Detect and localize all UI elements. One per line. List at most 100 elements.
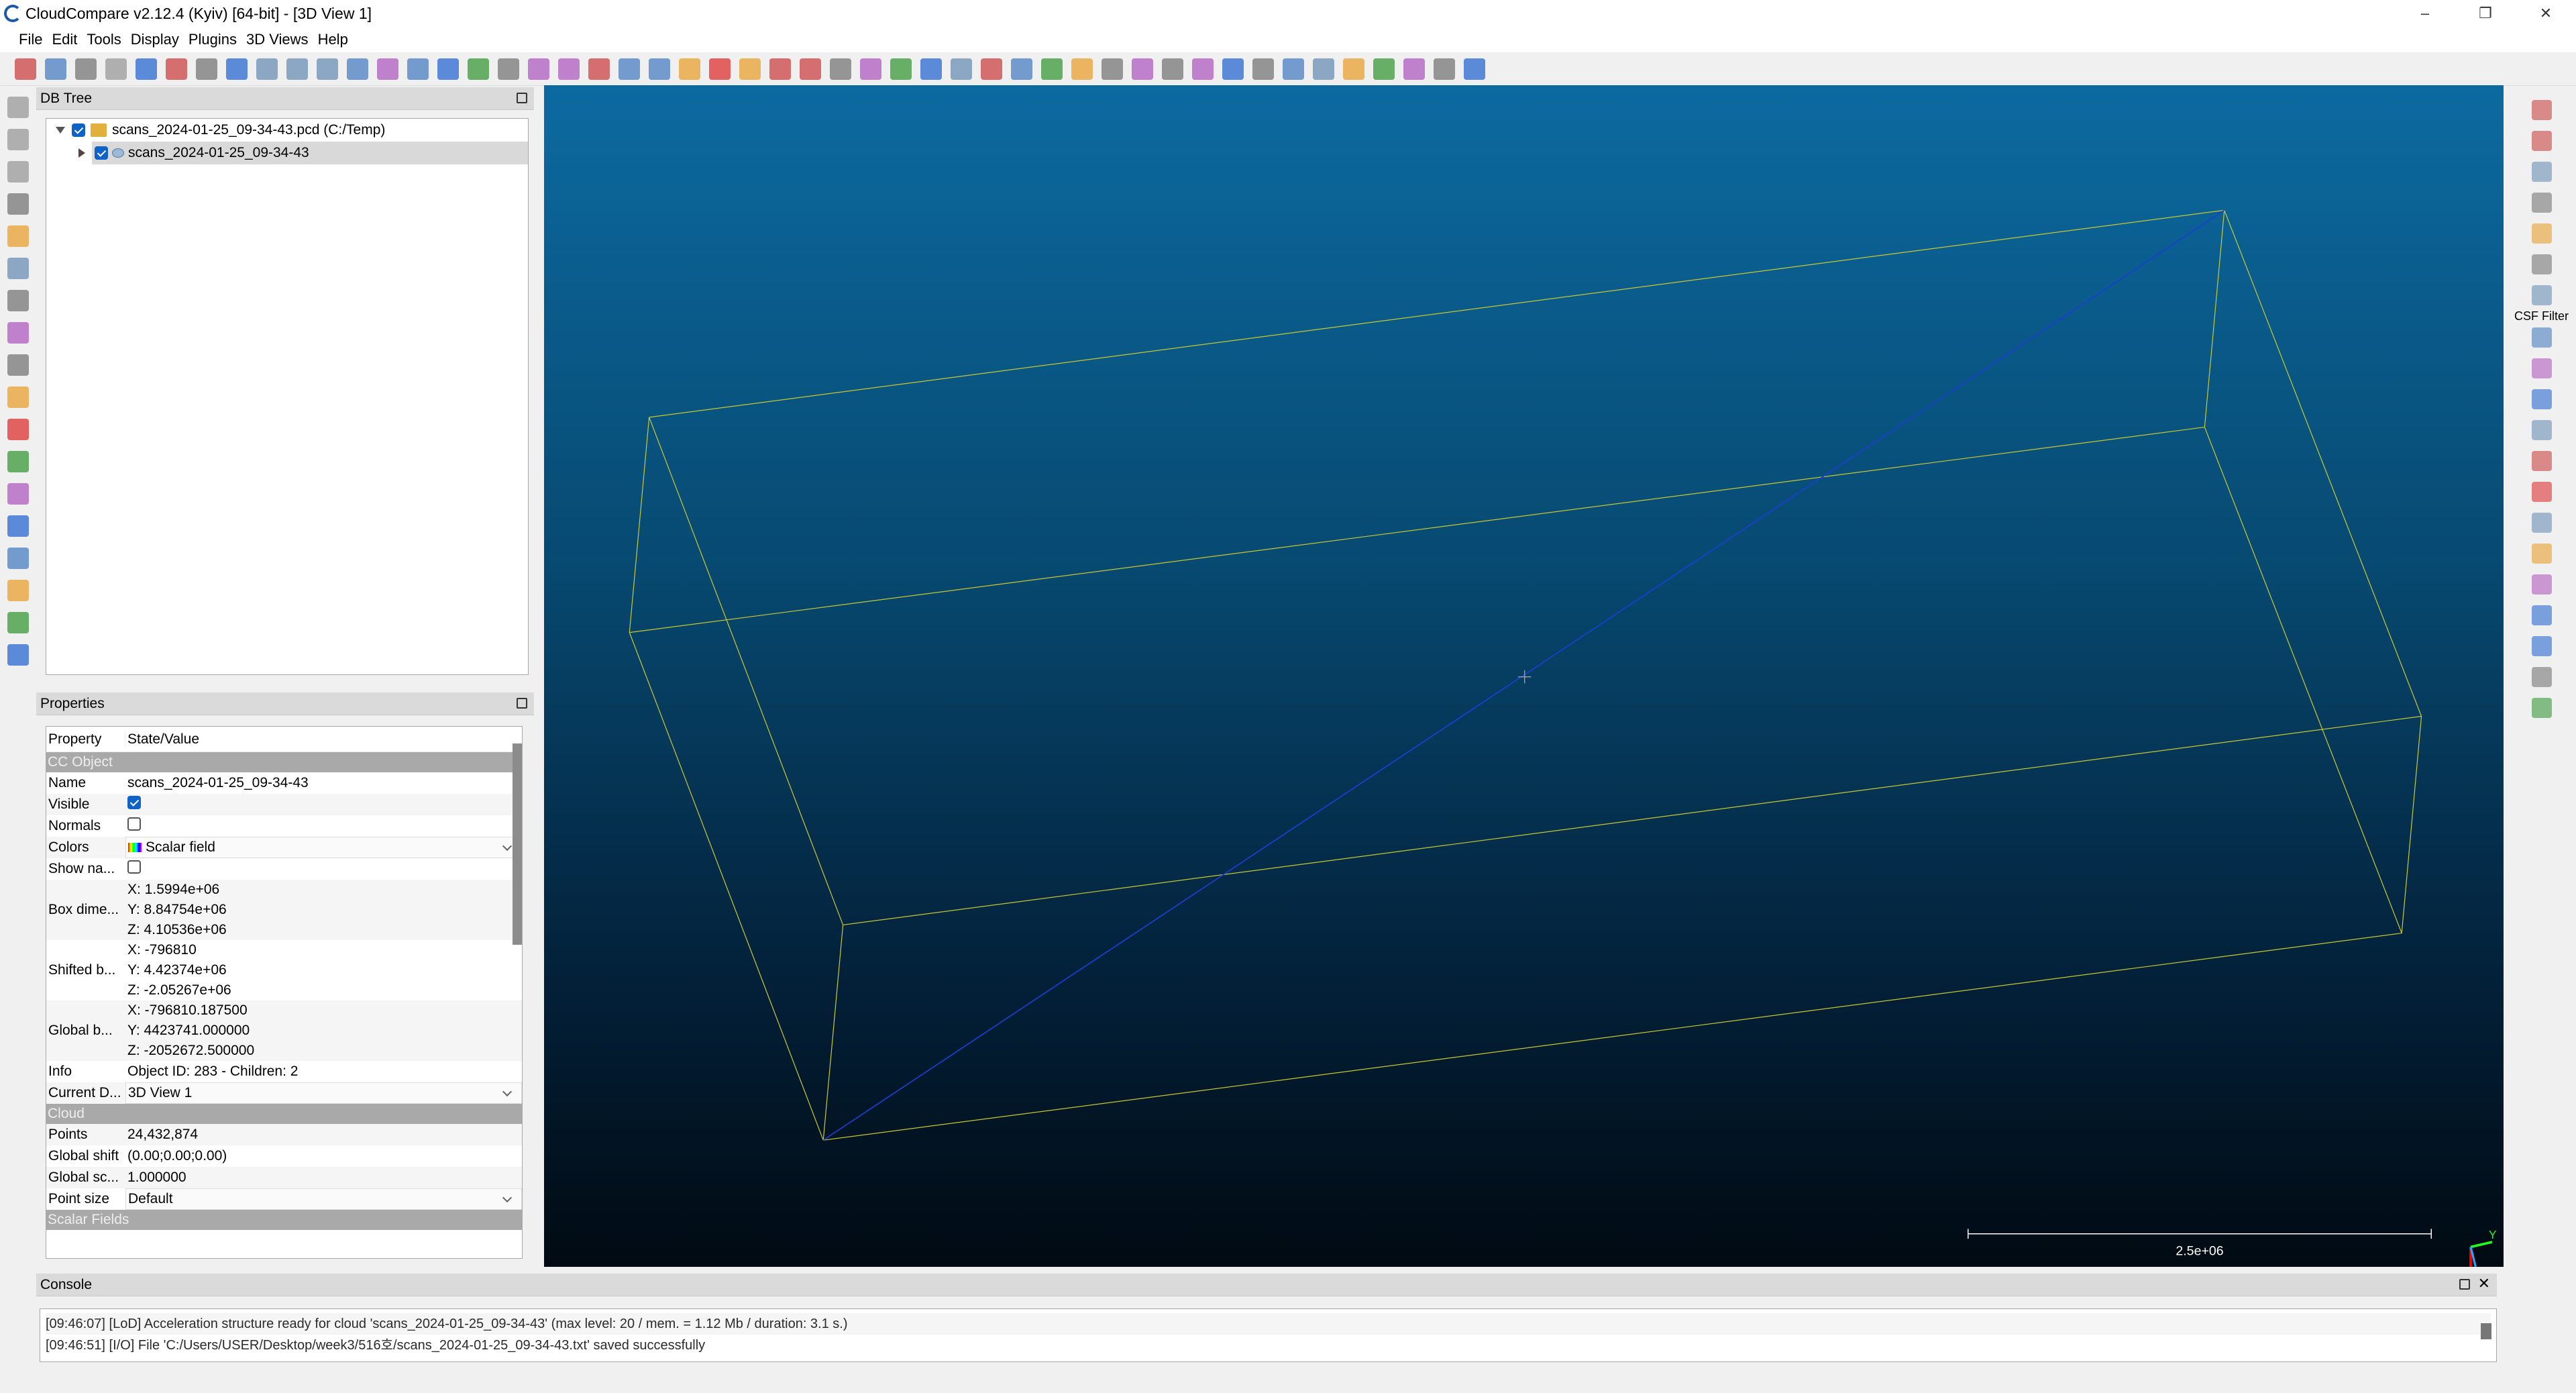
s-icon[interactable] xyxy=(1252,58,1274,80)
chart-icon[interactable] xyxy=(709,58,731,80)
compass-icon[interactable] xyxy=(2531,254,2552,274)
normals-checkbox[interactable] xyxy=(127,817,141,831)
merge-icon[interactable] xyxy=(619,58,640,80)
layers-icon[interactable] xyxy=(2531,574,2552,595)
ellipse-icon[interactable] xyxy=(2531,605,2552,625)
console-scrollbar[interactable] xyxy=(2481,1323,2491,1339)
float-panel-icon[interactable] xyxy=(517,93,527,103)
pcv-icon[interactable] xyxy=(2531,451,2552,471)
pick-rotation-center-icon[interactable] xyxy=(75,58,97,80)
back-view-icon[interactable] xyxy=(7,483,29,505)
csf-shield-icon[interactable] xyxy=(2531,285,2552,305)
rgb-sheep-icon[interactable] xyxy=(166,58,187,80)
subsample-icon[interactable] xyxy=(377,58,398,80)
sf-gradient-icon[interactable] xyxy=(890,58,912,80)
broom-icon[interactable] xyxy=(2531,223,2552,244)
visibility-checkbox[interactable] xyxy=(95,146,108,160)
magnet-icon[interactable] xyxy=(2531,636,2552,656)
colors-icon[interactable] xyxy=(7,644,29,666)
sf-icon[interactable] xyxy=(407,58,429,80)
box-icon[interactable] xyxy=(860,58,881,80)
menu-plugins[interactable]: Plugins xyxy=(187,31,238,48)
dir-icon[interactable] xyxy=(1313,58,1334,80)
move-icon[interactable] xyxy=(7,322,29,344)
csf-filter-label[interactable]: CSF Filter xyxy=(2514,309,2569,323)
sor-icon[interactable] xyxy=(558,58,580,80)
name-value[interactable]: scans_2024-01-25_09-34-43 xyxy=(125,775,522,791)
perspective-icon[interactable] xyxy=(7,258,29,279)
object-icon[interactable] xyxy=(7,290,29,311)
menu-file[interactable]: File xyxy=(17,31,44,48)
menu-3d-views[interactable]: 3D Views xyxy=(245,31,310,48)
link-icon[interactable] xyxy=(1162,58,1183,80)
animation-icon[interactable] xyxy=(2531,193,2552,213)
float-panel-icon[interactable] xyxy=(2459,1279,2470,1290)
rsd-icon[interactable] xyxy=(2531,513,2552,533)
3d-view[interactable]: 2.5e+06 Y xyxy=(544,85,2504,1267)
menu-tools[interactable]: Tools xyxy=(85,31,122,48)
shield-icon[interactable] xyxy=(2531,420,2552,440)
close-button[interactable]: ✕ xyxy=(2516,0,2576,27)
left-view-icon[interactable] xyxy=(7,451,29,472)
mc-icon[interactable] xyxy=(1192,58,1214,80)
ball-icon[interactable] xyxy=(1132,58,1153,80)
colors-select[interactable]: Scalar field xyxy=(125,837,522,858)
edl-icon[interactable] xyxy=(2531,131,2552,151)
save-icon[interactable] xyxy=(45,58,66,80)
distance-icon[interactable] xyxy=(800,58,821,80)
minimize-button[interactable]: – xyxy=(2395,0,2455,27)
dome3-icon[interactable] xyxy=(1403,58,1425,80)
expand-arrow-icon[interactable] xyxy=(56,127,65,134)
dome1-icon[interactable] xyxy=(1343,58,1364,80)
pointlist-icon[interactable] xyxy=(437,58,459,80)
render-icon[interactable] xyxy=(1041,58,1063,80)
tree-item-cloud[interactable]: scans_2024-01-25_09-34-43 xyxy=(78,142,528,164)
menu-display[interactable]: Display xyxy=(129,31,180,48)
zoom-plus-icon[interactable] xyxy=(7,193,29,215)
show-name-checkbox[interactable] xyxy=(127,860,141,874)
register-icon[interactable] xyxy=(256,58,278,80)
dome5-icon[interactable] xyxy=(1464,58,1485,80)
color-icon[interactable] xyxy=(468,58,489,80)
menu-help[interactable]: Help xyxy=(317,31,350,48)
sf-filter-icon[interactable] xyxy=(769,58,791,80)
mls-icon[interactable] xyxy=(1222,58,1244,80)
dome2-icon[interactable] xyxy=(1373,58,1395,80)
point-size-select[interactable]: Default xyxy=(125,1188,522,1210)
point-icon[interactable] xyxy=(830,58,851,80)
close-console-icon[interactable]: ✕ xyxy=(2478,1275,2490,1292)
gears-icon[interactable] xyxy=(2531,544,2552,564)
pivot-icon[interactable] xyxy=(7,225,29,247)
zoom-icon[interactable] xyxy=(7,354,29,376)
iso1-icon[interactable] xyxy=(7,580,29,601)
top-view-icon[interactable] xyxy=(7,419,29,440)
fm-icon[interactable] xyxy=(1011,58,1032,80)
pause-icon[interactable] xyxy=(7,161,29,183)
disable-shader-icon[interactable] xyxy=(2531,100,2552,120)
orange-icon[interactable] xyxy=(498,58,519,80)
hpr-icon[interactable] xyxy=(2531,358,2552,378)
crop-icon[interactable] xyxy=(649,58,670,80)
display-select[interactable]: 3D View 1 xyxy=(125,1082,522,1104)
list-icon[interactable] xyxy=(105,58,127,80)
grid-icon[interactable] xyxy=(528,58,549,80)
kd-icon[interactable] xyxy=(981,58,1002,80)
sample-icon[interactable] xyxy=(317,58,338,80)
segment-icon[interactable] xyxy=(286,58,308,80)
noise-icon[interactable] xyxy=(588,58,610,80)
cloud-ruler-icon[interactable] xyxy=(2531,698,2552,718)
canupo-create-icon[interactable] xyxy=(920,58,942,80)
mesh-icon[interactable] xyxy=(347,58,368,80)
export-icon[interactable] xyxy=(196,58,217,80)
delete-icon[interactable] xyxy=(226,58,248,80)
normal-n-icon[interactable] xyxy=(2531,327,2552,348)
dome4-icon[interactable] xyxy=(1434,58,1455,80)
front-view-icon[interactable] xyxy=(7,386,29,408)
ssao-icon[interactable] xyxy=(2531,162,2552,182)
properties-scrollbar[interactable] xyxy=(513,743,522,945)
sphere-icon[interactable] xyxy=(1102,58,1123,80)
maximize-button[interactable]: ❐ xyxy=(2455,0,2516,27)
collapse-arrow-icon[interactable] xyxy=(78,148,85,158)
view-icon[interactable] xyxy=(1071,58,1093,80)
m3c2-icon[interactable] xyxy=(2531,389,2552,409)
